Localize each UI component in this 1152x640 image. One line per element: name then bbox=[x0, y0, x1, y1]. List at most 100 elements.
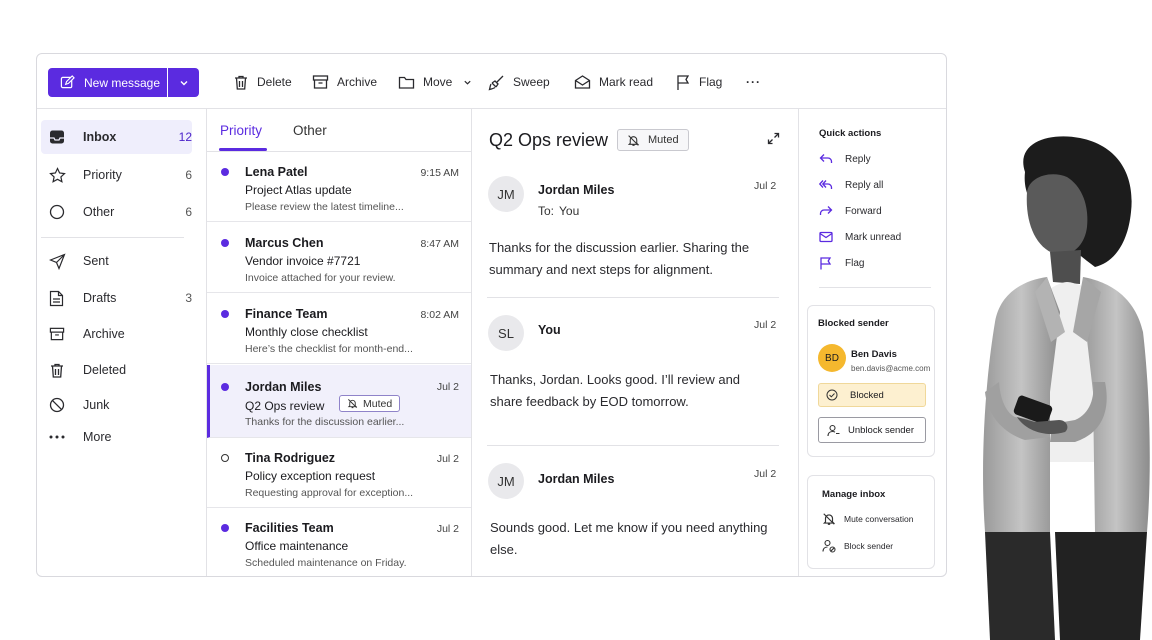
tab-priority[interactable]: Priority bbox=[220, 123, 262, 138]
block-sender-action[interactable]: Block sender bbox=[822, 539, 893, 553]
muted-badge: Muted bbox=[339, 395, 401, 412]
new-message-button[interactable]: New message bbox=[48, 68, 167, 97]
reply-all-action[interactable]: Reply all bbox=[819, 177, 883, 193]
sender-name: You bbox=[538, 323, 561, 337]
quick-actions-title: Quick actions bbox=[819, 128, 882, 139]
folder-label: Priority bbox=[83, 168, 122, 182]
more-icon bbox=[49, 434, 77, 440]
archive-icon bbox=[49, 326, 77, 342]
message-sender: Facilities Team bbox=[245, 521, 334, 535]
message-preview: Thanks for the discussion earlier... bbox=[245, 416, 405, 428]
manage-inbox-card: Manage inbox Mute conversation Block sen… bbox=[807, 475, 935, 569]
tab-other[interactable]: Other bbox=[293, 123, 327, 138]
folder-more[interactable]: More bbox=[41, 420, 192, 454]
message-subject: Project Atlas update bbox=[245, 183, 352, 197]
open-envelope-icon bbox=[574, 75, 591, 89]
inbox-icon bbox=[49, 129, 77, 145]
message-sender: Lena Patel bbox=[245, 165, 308, 179]
delete-button[interactable]: Delete bbox=[233, 71, 292, 93]
avatar: SL bbox=[488, 315, 524, 351]
reply-all-icon bbox=[819, 180, 833, 189]
broom-icon bbox=[488, 75, 504, 90]
folder-drafts[interactable]: Drafts 3 bbox=[41, 281, 192, 315]
mute-conversation-action[interactable]: Mute conversation bbox=[822, 512, 913, 526]
blocked-status-badge: Blocked bbox=[818, 383, 926, 407]
trash-icon bbox=[49, 362, 77, 379]
unread-dot bbox=[221, 383, 229, 391]
unblock-sender-label: Unblock sender bbox=[848, 424, 915, 436]
unread-dot bbox=[221, 239, 229, 247]
folder-label: Sent bbox=[83, 254, 109, 268]
list-item[interactable]: Marcus Chen 8:47 AM Vendor invoice #7721… bbox=[207, 223, 471, 293]
message-body: Thanks for the discussion earlier. Shari… bbox=[489, 240, 750, 277]
message-preview: Here’s the checklist for month-end... bbox=[245, 343, 413, 355]
draft-icon bbox=[49, 290, 77, 307]
unread-dot bbox=[221, 524, 229, 532]
mail-app-window: New message Delete Archive Move Sweep Ma… bbox=[36, 53, 947, 577]
blocked-sender-card: Blocked sender BD Ben Davis ben.davis@ac… bbox=[807, 305, 935, 457]
person-icon bbox=[827, 424, 840, 436]
flag-label: Flag bbox=[845, 257, 865, 269]
message-subject: Monthly close checklist bbox=[245, 325, 368, 339]
reply-action[interactable]: Reply bbox=[819, 151, 871, 167]
message-time: Jul 2 bbox=[436, 523, 459, 535]
active-tab-indicator bbox=[219, 148, 267, 151]
list-item[interactable]: Finance Team 8:02 AM Monthly close check… bbox=[207, 294, 471, 364]
message-date: Jul 2 bbox=[754, 319, 777, 331]
archive-icon bbox=[312, 75, 329, 89]
message-preview: Invoice attached for your review. bbox=[245, 272, 396, 284]
folder-count: 12 bbox=[178, 130, 192, 144]
more-actions-button[interactable]: ··· bbox=[746, 71, 761, 93]
junk-icon bbox=[49, 397, 77, 413]
blocked-email: ben.davis@acme.com bbox=[851, 364, 931, 373]
message-preview: Requesting approval for exception... bbox=[245, 487, 414, 499]
block-sender-label: Block sender bbox=[844, 541, 894, 551]
folder-sent[interactable]: Sent bbox=[41, 244, 192, 278]
unblock-sender-button[interactable]: Unblock sender bbox=[818, 417, 926, 443]
bell-off-icon bbox=[627, 134, 640, 146]
archive-button[interactable]: Archive bbox=[312, 71, 377, 93]
mark-unread-action[interactable]: Mark unread bbox=[819, 229, 901, 245]
flag-button[interactable]: Flag bbox=[676, 71, 722, 93]
message-date: Jul 2 bbox=[754, 180, 777, 192]
stage: New message Delete Archive Move Sweep Ma… bbox=[0, 0, 1152, 640]
folder-deleted[interactable]: Deleted bbox=[41, 353, 192, 387]
message-divider bbox=[487, 445, 779, 446]
message-list: Priority Other Lena Patel 9:15 AM Projec… bbox=[207, 109, 472, 576]
more-actions-icon: ··· bbox=[746, 75, 761, 89]
sender-name: Jordan Miles bbox=[538, 472, 615, 486]
mark-read-button[interactable]: Mark read bbox=[574, 71, 653, 93]
list-item[interactable]: Tina Rodriguez Jul 2 Policy exception re… bbox=[207, 438, 471, 508]
bell-off-icon bbox=[347, 399, 358, 409]
message-sender: Finance Team bbox=[245, 307, 328, 321]
star-icon bbox=[49, 166, 77, 184]
message-time: Jul 2 bbox=[436, 453, 459, 465]
bell-off-icon bbox=[822, 513, 836, 525]
move-button[interactable]: Move bbox=[398, 71, 472, 93]
folder-other[interactable]: Other 6 bbox=[41, 195, 192, 229]
message-divider bbox=[487, 297, 779, 298]
unread-dot bbox=[221, 168, 229, 176]
folder-inbox[interactable]: Inbox 12 bbox=[41, 120, 192, 154]
expand-icon[interactable] bbox=[767, 132, 780, 150]
list-item-selected[interactable]: Jordan Miles Jul 2 Q2 Ops review Muted T… bbox=[207, 365, 471, 438]
panel-divider bbox=[819, 287, 931, 288]
folder-pane: Inbox 12 Priority 6 Other 6 Sent Drafts … bbox=[37, 109, 207, 576]
folder-label: Junk bbox=[83, 398, 110, 412]
folder-divider bbox=[41, 237, 184, 238]
folder-junk[interactable]: Junk bbox=[41, 388, 192, 422]
forward-action[interactable]: Forward bbox=[819, 203, 882, 219]
flag-action[interactable]: Flag bbox=[819, 255, 864, 271]
message-time: 8:02 AM bbox=[420, 309, 459, 321]
folder-archive[interactable]: Archive bbox=[41, 317, 192, 351]
sweep-button[interactable]: Sweep bbox=[488, 71, 550, 93]
trash-icon bbox=[235, 75, 247, 90]
unread-dot bbox=[221, 310, 229, 318]
new-message-dropdown-button[interactable] bbox=[168, 68, 199, 97]
list-item[interactable]: Lena Patel 9:15 AM Project Atlas update … bbox=[207, 152, 471, 222]
blocked-status-label: Blocked bbox=[850, 389, 884, 401]
message-preview: Scheduled maintenance on Friday. bbox=[245, 557, 407, 569]
folder-priority[interactable]: Priority 6 bbox=[41, 158, 192, 192]
message-subject: Office maintenance bbox=[245, 539, 349, 553]
list-item[interactable]: Facilities Team Jul 2 Office maintenance… bbox=[207, 508, 471, 576]
